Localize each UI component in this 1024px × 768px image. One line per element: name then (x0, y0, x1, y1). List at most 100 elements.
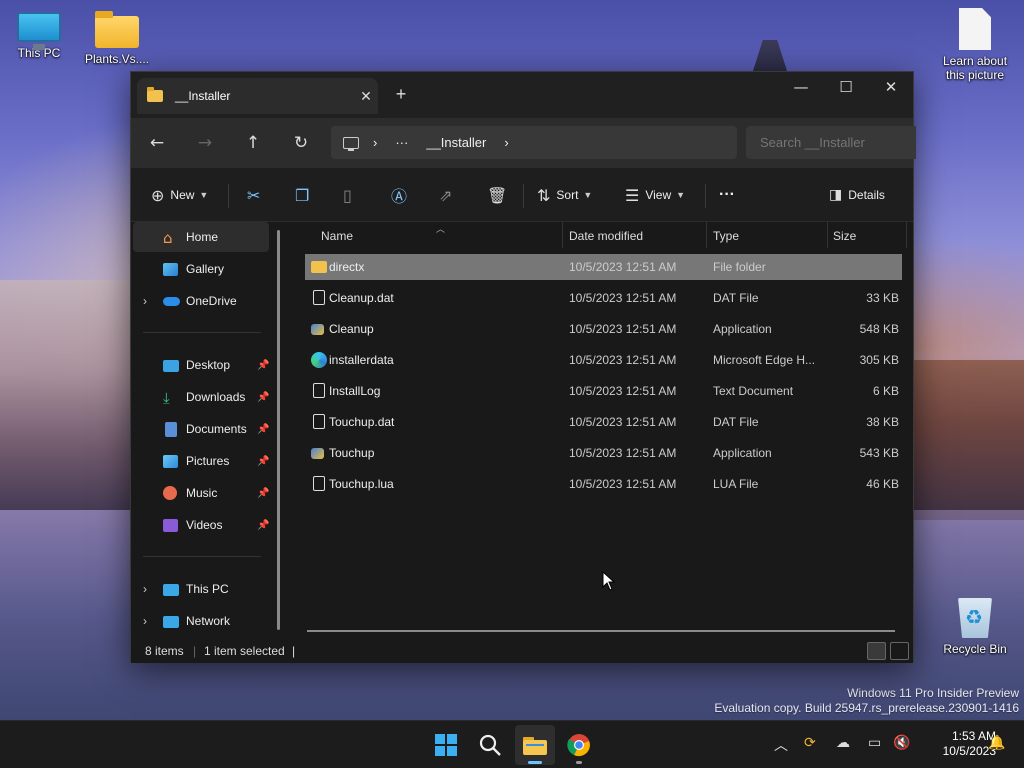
sidebar-item-documents[interactable]: Documents 📌 (133, 414, 269, 444)
file-row[interactable]: Touchup 10/5/2023 12:51 AM Application 543 … (305, 440, 902, 466)
column-header-name[interactable]: Name (321, 222, 353, 250)
column-separator[interactable] (562, 222, 563, 248)
cut-button[interactable]: ✂ (247, 182, 266, 208)
sidebar-item-network[interactable]: › Network (133, 606, 269, 636)
forward-button[interactable]: → (193, 131, 217, 155)
folder-icon (147, 87, 163, 102)
start-button[interactable] (426, 725, 466, 765)
taskbar: ︿ ⟳ ☁ ▭ 🔇 1:53 AM 10/5/2023 🔔 (0, 720, 1024, 768)
show-hidden-icons-button[interactable]: ︿ (774, 735, 788, 755)
tab-installer[interactable]: __Installer ✕ (137, 78, 378, 114)
sidebar-item-onedrive[interactable]: › OneDrive (133, 286, 269, 316)
breadcrumb-folder[interactable]: __Installer (426, 135, 486, 150)
clipboard-icon: ▯ (343, 185, 352, 205)
toolbar-divider (705, 184, 706, 208)
desktop-icon-this-pc[interactable]: This PC (0, 10, 78, 60)
sidebar-item-gallery[interactable]: Gallery (133, 254, 269, 284)
sync-icon[interactable]: ⟳ (804, 735, 816, 751)
chevron-down-icon: ▼ (676, 190, 686, 200)
sidebar-item-videos[interactable]: Videos 📌 (133, 510, 269, 540)
search-button[interactable] (470, 725, 510, 765)
rename-button[interactable]: Ⓐ (391, 182, 413, 208)
system-clock[interactable]: 1:53 AM 10/5/2023 (916, 729, 996, 759)
maximize-button[interactable]: ☐ (823, 72, 869, 102)
desktop-icon-recycle-bin[interactable]: Recycle Bin (936, 598, 1014, 656)
column-header-type[interactable]: Type (713, 222, 739, 250)
share-button[interactable]: ⇗ (439, 182, 458, 208)
cloud-status-icon[interactable]: ☁ (836, 735, 850, 751)
network-status-icon[interactable]: ▭ (868, 735, 881, 751)
column-header-date[interactable]: Date modified (569, 222, 643, 250)
plus-circle-icon: ⊕ (151, 185, 165, 205)
download-icon: ⤓ (163, 389, 170, 407)
details-view-button[interactable] (867, 642, 886, 660)
monitor-icon (17, 12, 61, 50)
file-row[interactable]: InstallLog 10/5/2023 12:51 AM Text Documen… (305, 378, 902, 404)
desktop-icon-plants[interactable]: Plants.Vs.... (78, 10, 156, 66)
file-row[interactable]: Touchup.lua 10/5/2023 12:51 AM LUA File 46 … (305, 471, 902, 497)
view-button[interactable]: ☰ View ▼ (625, 182, 685, 208)
column-separator[interactable] (706, 222, 707, 248)
details-pane-icon: ◨ (829, 187, 843, 203)
file-size: 46 KB (866, 477, 899, 491)
copy-button[interactable]: ❐ (295, 182, 315, 208)
delete-button[interactable]: 🗑 (487, 182, 513, 208)
pin-icon[interactable]: 📌 (257, 456, 269, 467)
pin-icon[interactable]: 📌 (257, 424, 269, 435)
desktop-icon-learn-about[interactable]: Learn about this picture (936, 8, 1014, 82)
sidebar-item-pictures[interactable]: Pictures 📌 (133, 446, 269, 476)
file-icon (313, 414, 325, 429)
sidebar-item-this-pc[interactable]: › This PC (133, 574, 269, 604)
new-tab-button[interactable]: + (391, 84, 411, 105)
pin-icon[interactable]: 📌 (257, 360, 269, 371)
file-row[interactable]: installerdata 10/5/2023 12:51 AM Microsoft… (305, 347, 902, 373)
pin-icon[interactable]: 📌 (257, 488, 269, 499)
breadcrumb-more[interactable]: ··· (395, 135, 408, 150)
sidebar-item-home[interactable]: ⌂ Home (133, 222, 269, 252)
expand-chevron-icon[interactable]: › (143, 582, 147, 596)
sort-button[interactable]: ⇅ Sort ▼ (537, 182, 592, 208)
file-row[interactable]: Cleanup 10/5/2023 12:51 AM Application 548 … (305, 316, 902, 342)
sidebar-item-music[interactable]: Music 📌 (133, 478, 269, 508)
address-bar[interactable]: › ··· __Installer › (331, 126, 737, 159)
new-button[interactable]: ⊕ New ▼ (151, 182, 208, 208)
more-options-button[interactable]: ··· (719, 182, 735, 208)
command-bar: ⊕ New ▼ ✂ ❐ ▯ Ⓐ ⇗ 🗑 ⇅ Sort ▼ ☰ View ▼ ··… (131, 168, 913, 222)
breadcrumb-chevron[interactable]: › (504, 135, 508, 150)
sort-icon: ⇅ (537, 185, 551, 205)
notification-bell-icon[interactable]: 🔔 (988, 735, 1005, 751)
sidebar-scrollbar[interactable] (277, 230, 280, 630)
back-button[interactable]: ← (145, 131, 169, 155)
search-input[interactable] (746, 126, 916, 159)
file-row[interactable]: directx 10/5/2023 12:51 AM File folder (305, 254, 902, 280)
file-type: DAT File (713, 291, 759, 305)
up-button[interactable]: ↑ (241, 131, 265, 155)
taskbar-file-explorer[interactable] (515, 725, 555, 765)
document-icon (959, 8, 991, 50)
minimize-button[interactable]: — (778, 72, 824, 102)
file-row[interactable]: Cleanup.dat 10/5/2023 12:51 AM DAT File 33 … (305, 285, 902, 311)
column-separator[interactable] (906, 222, 907, 248)
expand-chevron-icon[interactable]: › (143, 294, 147, 308)
refresh-button[interactable]: ↻ (289, 131, 313, 155)
file-name: Touchup.lua (329, 477, 394, 491)
volume-muted-icon[interactable]: 🔇 (893, 735, 910, 751)
file-date: 10/5/2023 12:51 AM (569, 415, 677, 429)
taskbar-chrome[interactable] (559, 725, 599, 765)
close-window-button[interactable]: ✕ (868, 72, 914, 102)
pin-icon[interactable]: 📌 (257, 520, 269, 531)
folder-icon (311, 261, 327, 273)
column-separator[interactable] (827, 222, 828, 248)
paste-button[interactable]: ▯ (343, 182, 358, 208)
horizontal-scrollbar[interactable] (307, 630, 895, 632)
pin-icon[interactable]: 📌 (257, 392, 269, 403)
column-header-size[interactable]: Size (833, 222, 856, 250)
tiles-view-button[interactable] (890, 642, 909, 660)
file-row[interactable]: Touchup.dat 10/5/2023 12:51 AM DAT File 38 … (305, 409, 902, 435)
sidebar-item-desktop[interactable]: Desktop 📌 (133, 350, 269, 380)
network-icon (163, 616, 179, 628)
details-button[interactable]: ◨ Details (829, 182, 885, 208)
expand-chevron-icon[interactable]: › (143, 614, 147, 628)
sidebar-item-downloads[interactable]: ⤓ Downloads 📌 (133, 382, 269, 412)
close-tab-icon[interactable]: ✕ (354, 88, 378, 105)
